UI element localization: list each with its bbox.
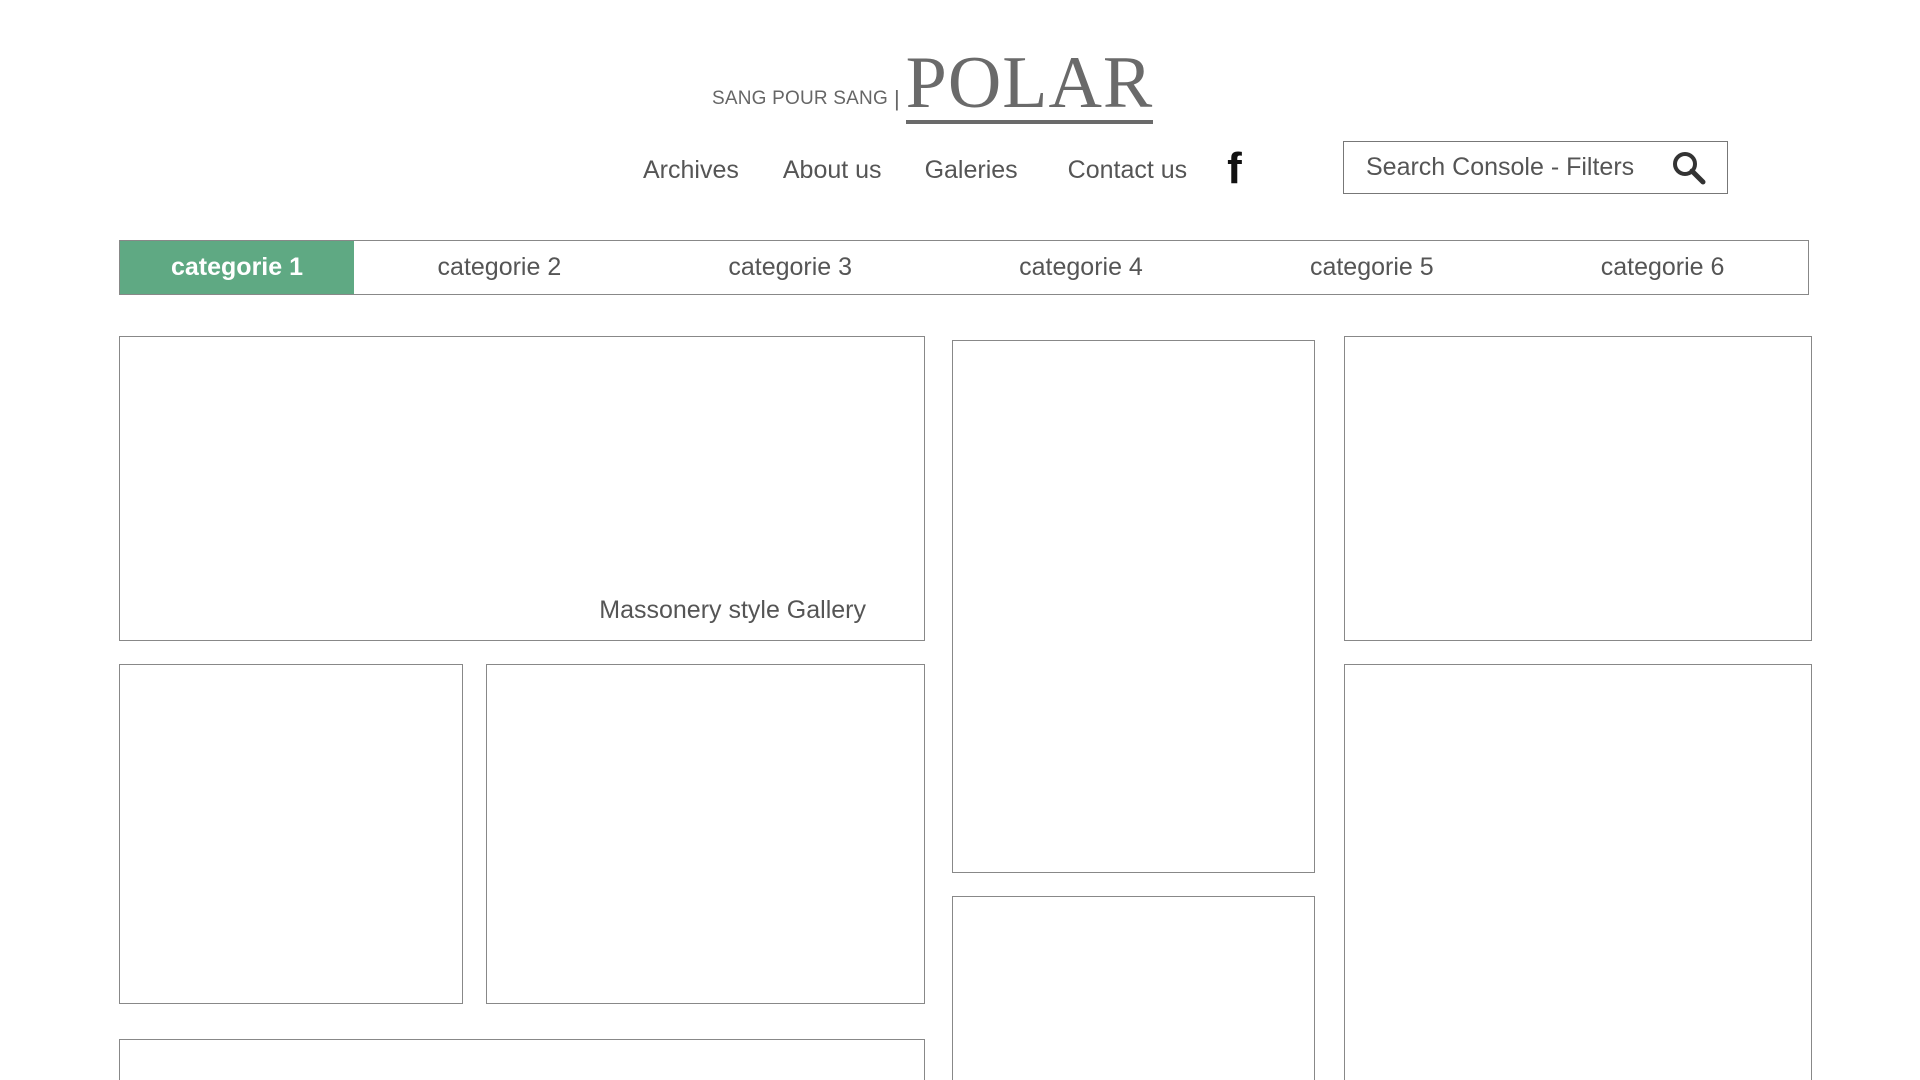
gallery-tile[interactable]	[119, 664, 463, 1004]
logo-separator: |	[893, 86, 900, 111]
nav-about-us[interactable]: About us	[783, 156, 882, 185]
category-tab-2[interactable]: categorie 2	[354, 241, 645, 294]
search-input[interactable]: Search Console - Filters	[1366, 153, 1669, 182]
gallery-tile[interactable]	[952, 896, 1315, 1080]
nav-contact-us[interactable]: Contact us	[1068, 156, 1188, 185]
category-tab-active[interactable]: categorie 1	[120, 241, 354, 294]
search-box[interactable]: Search Console - Filters	[1343, 141, 1728, 194]
facebook-icon[interactable]: f	[1227, 147, 1242, 191]
category-tab-6[interactable]: categorie 6	[1517, 241, 1808, 294]
gallery-tile[interactable]	[486, 664, 925, 1004]
category-bar: categorie 1 categorie 2 categorie 3 cate…	[119, 240, 1809, 295]
category-tab-4[interactable]: categorie 4	[936, 241, 1227, 294]
search-icon[interactable]	[1669, 148, 1709, 188]
logo-title: POLAR	[905, 42, 1154, 124]
gallery-tile-featured[interactable]: Massonery style Gallery	[119, 336, 925, 641]
logo-tagline: SANG POUR SANG	[712, 88, 888, 109]
main-nav: Archives About us Galeries Contact us f	[643, 147, 1242, 191]
page: SANG POUR SANG | POLAR Archives About us…	[0, 0, 1920, 1080]
gallery-tile[interactable]	[1344, 664, 1812, 1080]
gallery-tile[interactable]	[952, 340, 1315, 873]
category-tab-3[interactable]: categorie 3	[645, 241, 936, 294]
nav-archives[interactable]: Archives	[643, 156, 739, 185]
gallery-tile[interactable]	[119, 1039, 925, 1080]
gallery-caption: Massonery style Gallery	[599, 596, 866, 624]
nav-galeries[interactable]: Galeries	[925, 156, 1018, 185]
gallery-tile[interactable]	[1344, 336, 1812, 641]
category-tab-5[interactable]: categorie 5	[1226, 241, 1517, 294]
site-logo[interactable]: SANG POUR SANG | POLAR	[712, 42, 1154, 124]
